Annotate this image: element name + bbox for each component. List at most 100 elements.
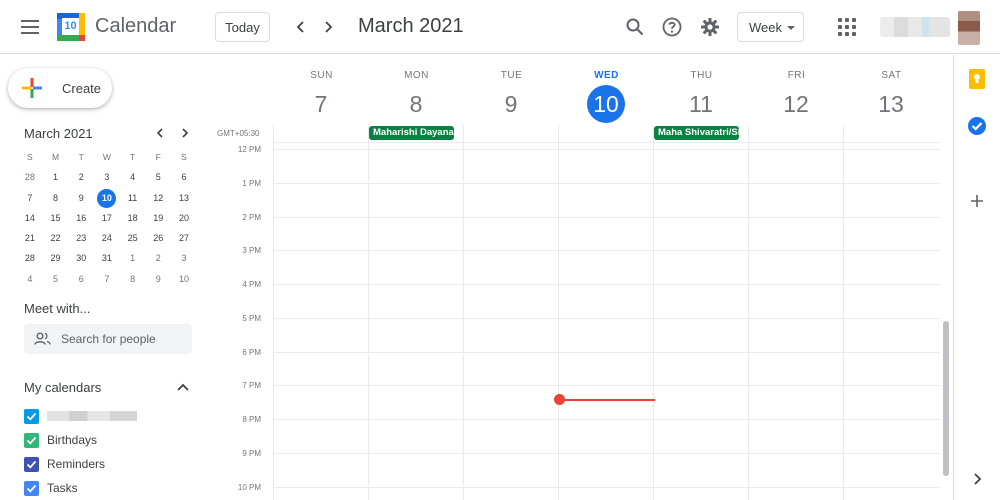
mini-day[interactable]: 6 bbox=[171, 167, 197, 187]
mini-day[interactable]: 19 bbox=[145, 208, 171, 228]
avatar[interactable] bbox=[958, 11, 980, 45]
hamburger-icon[interactable] bbox=[18, 15, 42, 39]
gear-icon[interactable] bbox=[697, 14, 723, 40]
mini-day[interactable]: 8 bbox=[43, 188, 69, 208]
day-date[interactable]: 7 bbox=[302, 85, 340, 123]
checkbox-checked-icon[interactable] bbox=[24, 456, 39, 472]
calendar-logo-icon[interactable]: 10 bbox=[57, 13, 85, 41]
today-button[interactable]: Today bbox=[215, 12, 270, 42]
create-button[interactable]: Create bbox=[8, 68, 112, 108]
search-people-input[interactable]: Search for people bbox=[24, 324, 192, 354]
mini-day[interactable]: 7 bbox=[17, 188, 43, 208]
calendar-item-tasks[interactable]: Tasks bbox=[24, 478, 78, 498]
checkbox-checked-icon[interactable] bbox=[24, 408, 39, 424]
mini-day[interactable]: 31 bbox=[94, 248, 120, 268]
mini-day[interactable]: 9 bbox=[145, 269, 171, 289]
calendar-item-birthdays[interactable]: Birthdays bbox=[24, 430, 97, 450]
mini-day[interactable]: 15 bbox=[43, 208, 69, 228]
mini-day[interactable]: 3 bbox=[94, 167, 120, 187]
mini-weekday: S bbox=[181, 152, 187, 162]
sidebar: Create March 2021 S M T W T F S 28 1 2 3… bbox=[0, 55, 205, 500]
next-week-chevron-right-icon[interactable] bbox=[315, 14, 341, 40]
allday-event-holiday[interactable]: Maharishi Dayanand bbox=[369, 126, 454, 140]
mini-day[interactable]: 2 bbox=[145, 248, 171, 268]
day-date[interactable]: 11 bbox=[682, 85, 720, 123]
mini-day[interactable]: 27 bbox=[171, 228, 197, 248]
day-date[interactable]: 8 bbox=[397, 85, 435, 123]
mini-prev-month-chevron-left-icon[interactable] bbox=[151, 124, 169, 142]
chevron-up-icon[interactable] bbox=[175, 379, 191, 395]
day-header-mon: MON 8 bbox=[369, 55, 464, 127]
mini-day[interactable]: 25 bbox=[120, 228, 146, 248]
mini-day[interactable]: 3 bbox=[171, 248, 197, 268]
mini-weekday: S bbox=[27, 152, 33, 162]
tasks-icon[interactable] bbox=[966, 115, 988, 137]
mini-day[interactable]: 13 bbox=[171, 188, 197, 208]
mini-day[interactable]: 7 bbox=[94, 269, 120, 289]
mini-day[interactable]: 2 bbox=[68, 167, 94, 187]
mini-day[interactable]: 28 bbox=[17, 167, 43, 187]
expand-panel-chevron-right-icon[interactable] bbox=[966, 468, 988, 490]
mini-week-row: 4 5 6 7 8 9 10 bbox=[17, 269, 197, 289]
mini-day[interactable]: 12 bbox=[145, 188, 171, 208]
mini-next-month-chevron-right-icon[interactable] bbox=[176, 124, 194, 142]
mini-day[interactable]: 21 bbox=[17, 228, 43, 248]
search-people-placeholder: Search for people bbox=[61, 332, 156, 346]
hour-gridline bbox=[273, 487, 940, 488]
mini-day[interactable]: 30 bbox=[68, 248, 94, 268]
apps-grid-icon[interactable] bbox=[838, 18, 856, 36]
vertical-scrollbar[interactable] bbox=[943, 321, 949, 476]
help-icon[interactable] bbox=[659, 14, 685, 40]
mini-day[interactable]: 9 bbox=[68, 188, 94, 208]
mini-day[interactable]: 18 bbox=[120, 208, 146, 228]
mini-day[interactable]: 1 bbox=[43, 167, 69, 187]
mini-day[interactable]: 26 bbox=[145, 228, 171, 248]
day-of-week: MON bbox=[404, 70, 429, 81]
my-calendars-title[interactable]: My calendars bbox=[24, 380, 101, 395]
day-date[interactable]: 9 bbox=[492, 85, 530, 123]
day-column-divider bbox=[463, 125, 464, 500]
day-date[interactable]: 13 bbox=[872, 85, 910, 123]
mini-day[interactable]: 4 bbox=[120, 167, 146, 187]
keep-icon[interactable] bbox=[966, 68, 988, 90]
search-icon[interactable] bbox=[622, 14, 648, 40]
mini-day[interactable]: 23 bbox=[68, 228, 94, 248]
calendar-name: Birthdays bbox=[47, 433, 98, 447]
mini-day[interactable]: 28 bbox=[17, 248, 43, 268]
hour-label: 12 PM bbox=[237, 145, 261, 154]
previous-week-chevron-left-icon[interactable] bbox=[288, 14, 314, 40]
mini-week-row: 7 8 9 10 11 12 13 bbox=[17, 188, 197, 208]
mini-day[interactable]: 24 bbox=[94, 228, 120, 248]
mini-calendar-title: March 2021 bbox=[24, 126, 93, 141]
plus-icon[interactable] bbox=[966, 190, 988, 212]
mini-day[interactable]: 20 bbox=[171, 208, 197, 228]
mini-day[interactable]: 5 bbox=[43, 269, 69, 289]
mini-day[interactable]: 17 bbox=[94, 208, 120, 228]
mini-day[interactable]: 5 bbox=[145, 167, 171, 187]
mini-day[interactable]: 16 bbox=[68, 208, 94, 228]
mini-day[interactable]: 8 bbox=[120, 269, 146, 289]
day-header-sun: SUN 7 bbox=[274, 55, 369, 127]
mini-day[interactable]: 6 bbox=[68, 269, 94, 289]
hour-gridline bbox=[273, 183, 940, 184]
calendar-item-reminders[interactable]: Reminders bbox=[24, 454, 105, 474]
mini-day[interactable]: 14 bbox=[17, 208, 43, 228]
day-header-sat: SAT 13 bbox=[844, 55, 939, 127]
mini-day[interactable]: 10 bbox=[171, 269, 197, 289]
mini-day[interactable]: 29 bbox=[43, 248, 69, 268]
mini-day[interactable]: 22 bbox=[43, 228, 69, 248]
day-date-today[interactable]: 10 bbox=[587, 85, 625, 123]
mini-day-today[interactable]: 10 bbox=[94, 188, 120, 208]
mini-day[interactable]: 11 bbox=[120, 188, 146, 208]
mini-day[interactable]: 1 bbox=[120, 248, 146, 268]
checkbox-checked-icon[interactable] bbox=[24, 432, 39, 448]
day-date[interactable]: 12 bbox=[777, 85, 815, 123]
allday-event-holiday[interactable]: Maha Shivaratri/Shivaratri bbox=[654, 126, 739, 140]
checkbox-checked-icon[interactable] bbox=[24, 480, 39, 496]
hour-gridline bbox=[273, 284, 940, 285]
view-dropdown[interactable]: Week bbox=[737, 12, 804, 42]
mini-day[interactable]: 4 bbox=[17, 269, 43, 289]
calendar-item-personal[interactable] bbox=[24, 406, 137, 426]
day-of-week: THU bbox=[690, 70, 713, 81]
account-name-blurred[interactable] bbox=[880, 17, 950, 37]
